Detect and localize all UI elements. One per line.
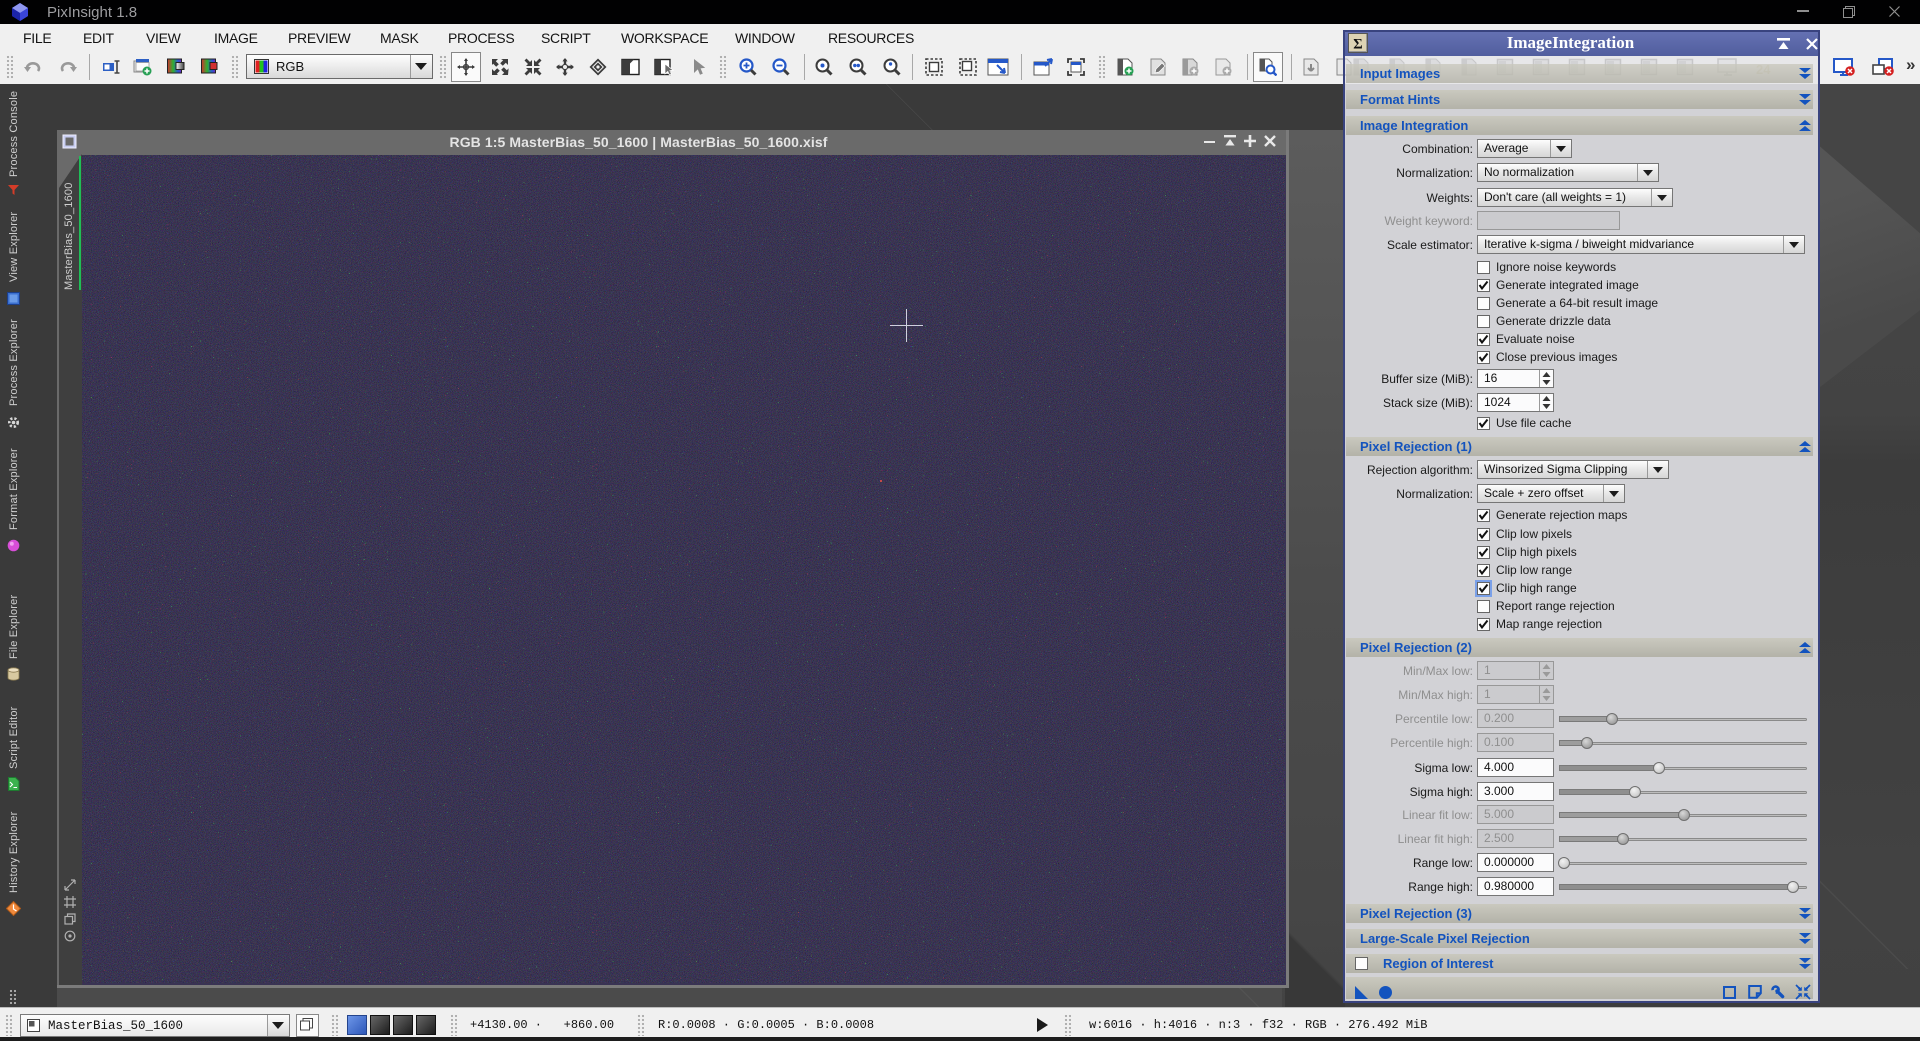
svg-text:Σ: Σ bbox=[1353, 36, 1362, 52]
